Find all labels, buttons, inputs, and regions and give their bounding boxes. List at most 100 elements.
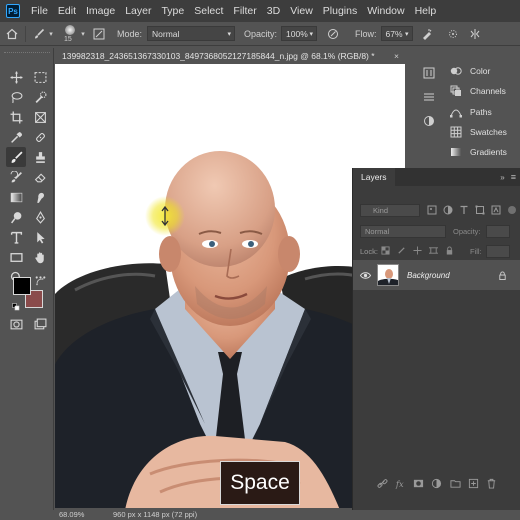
filter-kind-select[interactable]: Kind [360,204,420,217]
menu-window[interactable]: Window [362,5,409,17]
type-tool-icon[interactable] [6,227,26,247]
panel-grip[interactable] [4,52,50,56]
link-layers-icon[interactable] [377,478,388,489]
flow-label: Flow: [355,28,377,39]
smoothing-icon[interactable] [445,26,461,42]
dodge-tool-icon[interactable] [6,207,26,227]
lasso-tool-icon[interactable] [6,87,26,107]
gradients-icon [451,148,461,156]
layer-style-icon[interactable]: fx [395,478,406,489]
gradients-panel-tab[interactable]: Gradients [450,143,520,161]
adjustment-layer-icon[interactable] [431,478,442,489]
screen-mode-icon[interactable] [30,314,50,334]
layer-row[interactable]: Background [353,260,520,290]
menu-select[interactable]: Select [189,5,228,17]
opacity-field[interactable] [486,225,510,238]
home-icon[interactable] [4,26,20,42]
opacity-label: Opacity: [453,227,481,236]
pixel-filter-icon[interactable] [427,205,437,215]
menu-type[interactable]: Type [156,5,189,17]
marquee-tool-icon[interactable] [30,67,50,87]
adjustment-filter-icon[interactable] [443,205,453,215]
quick-mask-icon[interactable] [6,314,26,334]
path-selection-tool-icon[interactable] [30,227,50,247]
close-tab-icon[interactable]: × [394,51,399,61]
color-panel-label: Color [470,66,491,76]
add-mask-icon[interactable] [413,478,424,489]
swap-colors-icon[interactable] [36,273,44,286]
menu-filter[interactable]: Filter [228,5,261,17]
move-tool-icon[interactable] [6,67,26,87]
panel-close-icon[interactable]: » [500,173,504,182]
swatches-panel-tab[interactable]: Swatches [450,123,520,141]
properties-panel-icon[interactable] [423,90,435,102]
clone-stamp-tool-icon[interactable] [30,147,50,167]
menu-help[interactable]: Help [410,5,442,17]
history-brush-tool-icon[interactable] [6,167,26,187]
visibility-eye-icon[interactable] [360,270,371,281]
brush-settings-icon[interactable] [91,26,107,42]
frame-tool-icon[interactable] [30,107,50,127]
delete-layer-icon[interactable] [486,478,497,489]
brush-tool-icon[interactable] [31,26,47,42]
healing-brush-tool-icon[interactable] [30,127,50,147]
hand-tool-icon[interactable] [30,247,50,267]
layers-panel-header: Layers » ≡ [353,168,520,186]
filter-icons [427,205,517,215]
symmetry-icon[interactable] [467,26,483,42]
eyedropper-tool-icon[interactable] [6,127,26,147]
smudge-tool-icon[interactable] [30,187,50,207]
menu-image[interactable]: Image [81,5,120,17]
lock-all-icon[interactable] [445,246,454,255]
menu-view[interactable]: View [285,5,318,17]
brush-preset-picker[interactable]: 15 [61,24,79,44]
chevron-down-icon[interactable]: ▾ [79,26,87,42]
channels-panel-label: Channels [470,86,506,96]
pressure-opacity-icon[interactable] [325,26,341,42]
opacity-field[interactable]: 100% ▾ [281,26,318,41]
layer-name[interactable]: Background [407,271,450,280]
menu-edit[interactable]: Edit [53,5,81,17]
eraser-tool-icon[interactable] [30,167,50,187]
lock-position-icon[interactable] [413,246,422,255]
filter-toggle-icon[interactable] [507,205,517,215]
flow-field[interactable]: 67% ▾ [380,26,413,41]
color-panel-tab[interactable]: Color [450,62,520,80]
fill-field[interactable] [486,245,510,258]
document-title: 139982318_243651367330103_84973680521271… [62,51,375,61]
lock-transparent-icon[interactable] [381,246,390,255]
menu-plugins[interactable]: Plugins [318,5,362,17]
zoom-level[interactable]: 68.09% [59,510,103,519]
panel-menu-icon[interactable]: ≡ [511,172,516,182]
chevron-down-icon[interactable]: ▾ [47,26,55,42]
rectangle-tool-icon[interactable] [6,247,26,267]
gradient-tool-icon[interactable] [6,187,26,207]
paths-panel-tab[interactable]: Paths [450,103,520,121]
quick-selection-tool-icon[interactable] [30,87,50,107]
channels-panel-tab[interactable]: Channels [450,82,520,100]
type-filter-icon[interactable] [459,205,469,215]
default-colors-icon[interactable] [12,298,20,311]
crop-tool-icon[interactable] [6,107,26,127]
pen-tool-icon[interactable] [30,207,50,227]
mode-select[interactable]: Normal ▾ [147,26,236,41]
airbrush-icon[interactable] [419,26,435,42]
blend-mode-select[interactable]: Normal [360,225,446,238]
new-layer-icon[interactable] [468,478,479,489]
shape-filter-icon[interactable] [475,205,485,215]
separator [25,25,26,42]
gradients-panel-label: Gradients [470,147,507,157]
menu-3d[interactable]: 3D [262,5,285,17]
menu-file[interactable]: File [26,5,53,17]
smart-object-filter-icon[interactable] [491,205,501,215]
history-panel-icon[interactable] [423,66,435,79]
foreground-color-swatch[interactable] [13,277,31,295]
new-group-icon[interactable] [450,478,461,489]
lock-artboard-icon[interactable] [429,246,438,255]
menu-layer[interactable]: Layer [120,5,156,17]
brush-tool-icon[interactable] [6,147,26,167]
lock-image-icon[interactable] [397,246,406,255]
document-tab[interactable]: 139982318_243651367330103_84973680521271… [55,48,405,64]
layers-tab[interactable]: Layers [353,168,395,186]
adjustments-panel-icon[interactable] [423,114,435,126]
